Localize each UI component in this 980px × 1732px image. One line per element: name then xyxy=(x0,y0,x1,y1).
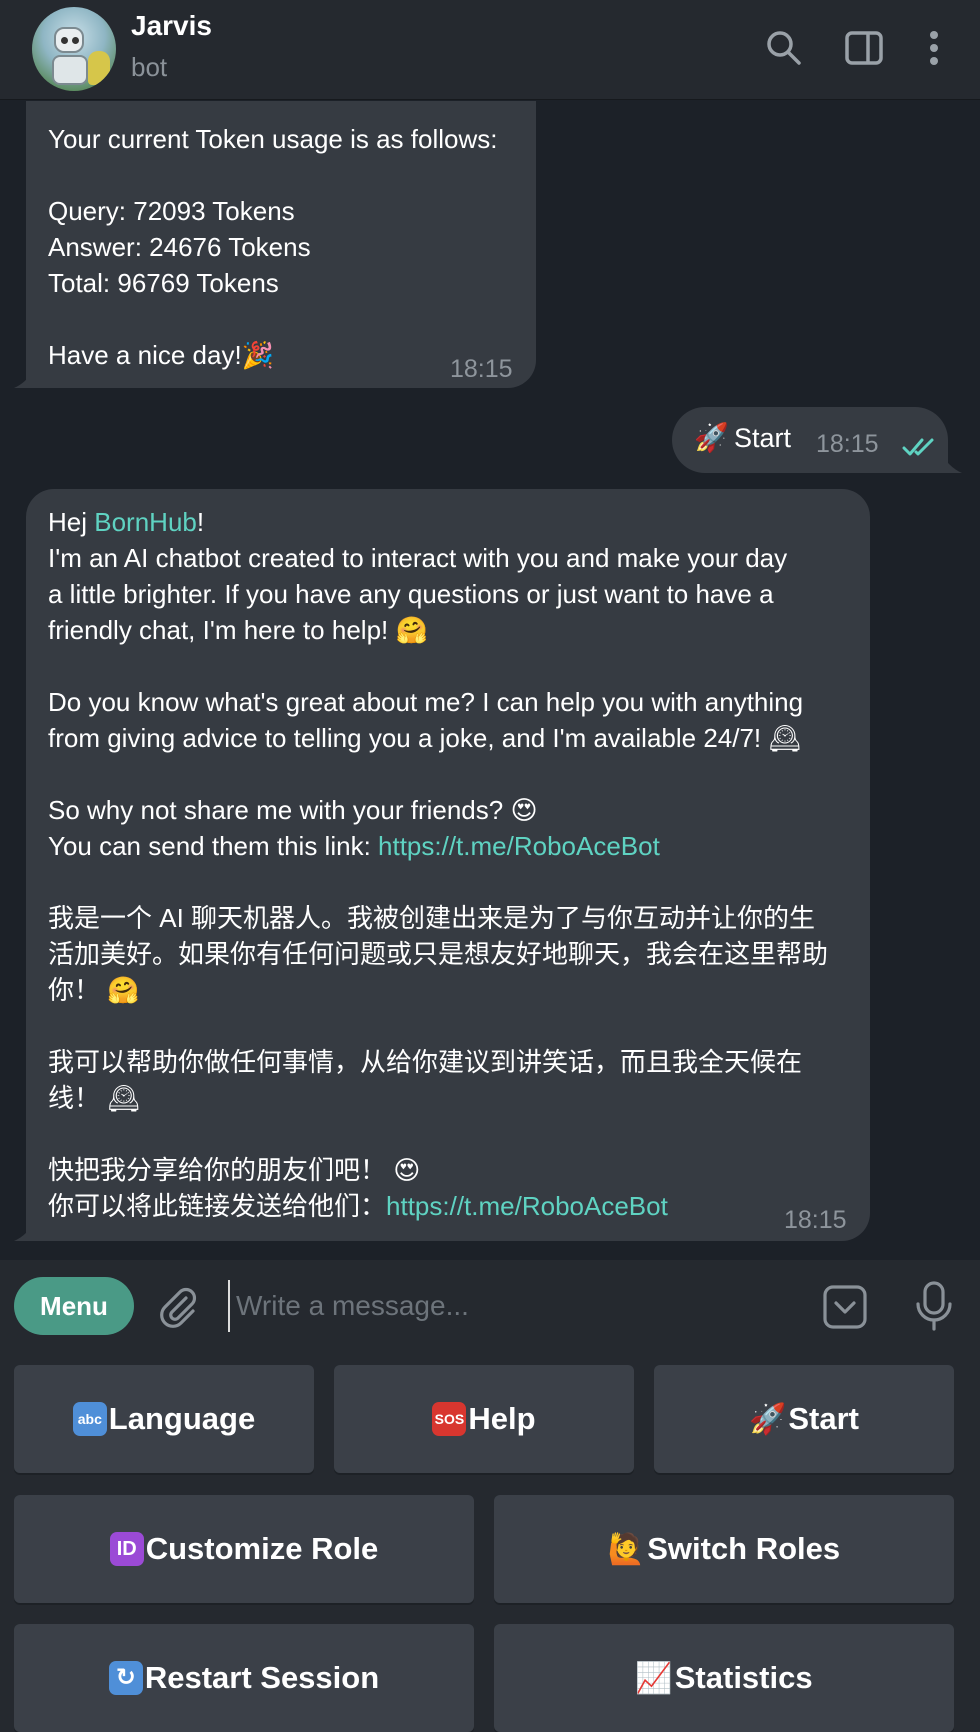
message-text-part: 快把我分享给你的朋友们吧！ xyxy=(48,1155,394,1185)
start-button[interactable]: 🚀 Start xyxy=(654,1365,954,1473)
sos-icon: SOS xyxy=(432,1402,467,1436)
message-text: from giving advice to telling you a joke… xyxy=(48,720,801,757)
message-text: 你！ 🤗 xyxy=(48,972,140,1009)
message-text: 线！ 🕰 xyxy=(48,1080,140,1117)
message-text: Query: 72093 Tokens xyxy=(48,196,295,226)
message-text: Your current Token usage is as follows: xyxy=(48,124,498,154)
microphone-icon[interactable] xyxy=(912,1280,956,1332)
bot-link[interactable]: https://t.me/RoboAceBot xyxy=(386,1191,668,1221)
message-time: 18:15 xyxy=(784,1206,847,1234)
chart-increasing-icon: 📈 xyxy=(635,1660,673,1696)
bot-link[interactable]: https://t.me/RoboAceBot xyxy=(378,831,660,861)
avatar-plant xyxy=(88,51,110,85)
bubble-tail xyxy=(14,364,38,388)
telegram-chat-window: Jarvis bot Your current Token usage is a… xyxy=(0,0,980,1732)
message-text: So why not share me with your friends? 😍 xyxy=(48,792,538,829)
heart-eyes-icon: 😍 xyxy=(510,796,538,826)
message-text-part: So why not share me with your friends? xyxy=(48,795,511,825)
message-text: Do you know what's great about me? I can… xyxy=(48,687,804,717)
paperclip-icon[interactable] xyxy=(156,1284,200,1328)
message-list[interactable]: Your current Token usage is as follows: … xyxy=(0,101,980,1260)
avatar-robot-eye xyxy=(72,37,79,44)
heart-eyes-icon: 😍 xyxy=(393,1156,421,1186)
message-composer: Menu xyxy=(0,1260,980,1352)
id-icon: ID xyxy=(109,1532,144,1566)
help-button-label: Help xyxy=(468,1401,536,1436)
message-text-closing: Have a nice day! xyxy=(48,340,242,370)
message-text: Total: 96769 Tokens xyxy=(48,268,279,298)
customize-role-button-label: Customize Role xyxy=(145,1531,379,1566)
chat-title[interactable]: Jarvis xyxy=(131,10,212,42)
bot-keyboard-toggle-icon[interactable] xyxy=(822,1284,868,1330)
menu-button[interactable]: Menu xyxy=(14,1277,134,1335)
message-text: 快把我分享给你的朋友们吧！ 😍 xyxy=(48,1152,420,1189)
message-input[interactable] xyxy=(228,1280,788,1332)
chat-header: Jarvis bot xyxy=(0,0,980,100)
message-time: 18:15 xyxy=(816,430,879,458)
avatar-robot-body xyxy=(52,55,88,85)
user-mention-link[interactable]: BornHub xyxy=(94,507,197,537)
mantelpiece-clock-icon: 🕰 xyxy=(768,724,802,754)
statistics-button-label: Statistics xyxy=(674,1660,813,1695)
message-bubble-token-usage[interactable]: Your current Token usage is as follows: … xyxy=(14,101,536,388)
message-text: 活加美好。如果你有任何问题或只是想友好地聊天，我会在这里帮助 xyxy=(48,939,829,969)
message-time: 18:15 xyxy=(450,355,513,383)
customize-role-button[interactable]: ID Customize Role xyxy=(14,1495,474,1603)
avatar[interactable] xyxy=(32,7,116,91)
message-text: You can send them this link: https://t.m… xyxy=(48,828,660,864)
message-text: I'm an AI chatbot created to interact wi… xyxy=(48,543,788,573)
statistics-button[interactable]: 📈 Statistics xyxy=(494,1624,954,1732)
restart-session-button[interactable]: ↻ Restart Session xyxy=(14,1624,474,1732)
person-raising-hand-icon: 🙋 xyxy=(607,1531,646,1567)
message-text: 我是一个 AI 聊天机器人。我被创建出来是为了与你互动并让你的生 xyxy=(48,903,816,933)
chat-subtitle: bot xyxy=(131,52,168,82)
message-text-part: 你！ xyxy=(48,975,108,1005)
message-text-part: 线！ xyxy=(48,1083,108,1113)
message-text: Have a nice day!🎉 xyxy=(48,337,274,374)
avatar-robot-eye xyxy=(61,37,68,44)
restart-session-button-label: Restart Session xyxy=(144,1660,380,1695)
message-bubble-outgoing[interactable]: 🚀 Start 18:15 xyxy=(672,407,962,473)
greeting-text: Hej xyxy=(48,507,95,537)
message-text: Answer: 24676 Tokens xyxy=(48,232,311,262)
message-text: 你可以将此链接发送给他们：https://t.me/RoboAceBot xyxy=(48,1188,668,1224)
message-text-part: 你可以将此链接发送给他们： xyxy=(48,1191,387,1221)
language-button-label: Language xyxy=(108,1401,256,1436)
avatar-robot-head xyxy=(54,27,84,53)
message-bubble-welcome[interactable]: Hej BornHub! I'm an AI chatbot created t… xyxy=(14,489,870,1241)
greeting-end: ! xyxy=(196,507,205,537)
help-button[interactable]: SOS Help xyxy=(334,1365,634,1473)
party-popper-icon: 🎉 xyxy=(241,341,275,371)
hugging-face-icon: 🤗 xyxy=(395,616,428,646)
rocket-icon: 🚀 xyxy=(694,421,729,454)
more-vertical-icon[interactable] xyxy=(916,28,956,68)
message-text: Hej BornHub! xyxy=(48,504,204,540)
rocket-icon: 🚀 xyxy=(749,1401,787,1437)
message-text-part: friendly chat, I'm here to help! xyxy=(48,615,396,645)
search-icon[interactable] xyxy=(764,28,804,68)
bot-reply-keyboard: abc Language SOS Help 🚀 Start ID Customize R… xyxy=(0,1352,980,1732)
switch-roles-button[interactable]: 🙋 Switch Roles xyxy=(494,1495,954,1603)
hugging-face-icon: 🤗 xyxy=(107,976,140,1006)
message-text: 我可以帮助你做任何事情，从给你建议到讲笑话，而且我全天候在 xyxy=(48,1047,803,1077)
read-double-check-icon xyxy=(902,438,934,456)
bubble-tail xyxy=(938,449,962,473)
start-button-label: Start xyxy=(788,1401,859,1436)
language-button[interactable]: abc Language xyxy=(14,1365,314,1473)
switch-roles-button-label: Switch Roles xyxy=(647,1531,841,1566)
restart-icon: ↻ xyxy=(108,1661,143,1695)
message-text-part: from giving advice to telling you a joke… xyxy=(48,723,769,753)
abc-icon: abc xyxy=(72,1402,107,1436)
bubble-tail xyxy=(14,1217,38,1241)
sidebar-toggle-icon[interactable] xyxy=(844,28,884,68)
mantelpiece-clock-icon: 🕰 xyxy=(107,1084,141,1114)
message-text: a little brighter. If you have any quest… xyxy=(48,579,774,609)
message-text-part: You can send them this link: xyxy=(48,831,379,861)
message-text: friendly chat, I'm here to help! 🤗 xyxy=(48,612,428,649)
message-text: Start xyxy=(734,423,792,453)
